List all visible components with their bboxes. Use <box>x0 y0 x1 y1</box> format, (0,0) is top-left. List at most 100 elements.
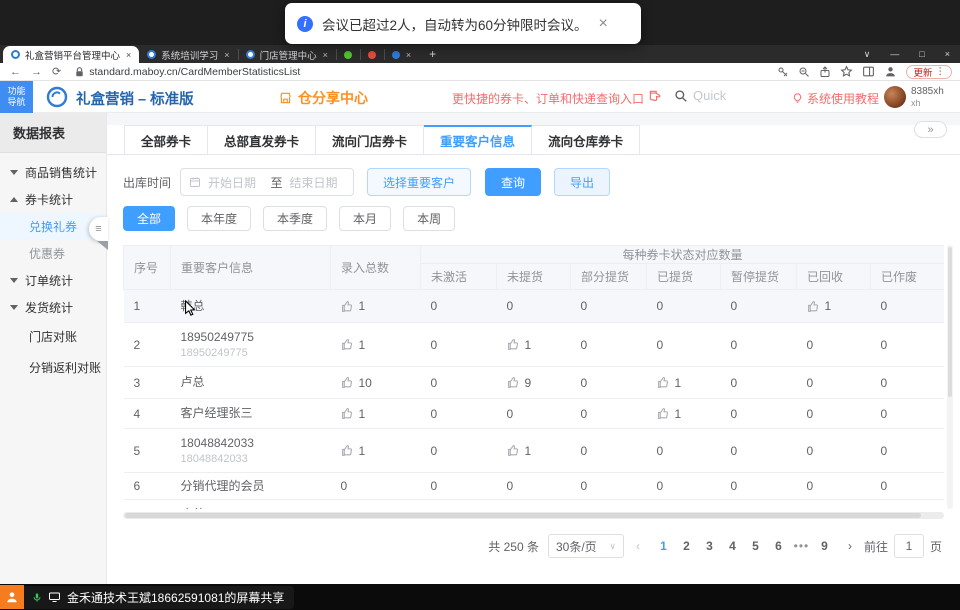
tab-总部直发券卡[interactable]: 总部直发券卡 <box>208 125 316 154</box>
browser-tab[interactable] <box>360 46 384 63</box>
maximize-button[interactable]: □ <box>909 49 934 59</box>
like-icon <box>657 508 670 509</box>
page-number-1[interactable]: 1 <box>652 539 675 553</box>
browser-update-button[interactable]: 更新 ⋮ <box>906 65 952 79</box>
status-count: 0 <box>731 508 797 510</box>
search-button[interactable]: 查询 <box>485 168 541 196</box>
page-number-2[interactable]: 2 <box>675 539 698 553</box>
status-count: 0 <box>881 407 945 421</box>
status-count: 1 <box>341 299 421 313</box>
page-number-3[interactable]: 3 <box>698 539 721 553</box>
page-number-4[interactable]: 4 <box>721 539 744 553</box>
page-number-9[interactable]: 9 <box>813 539 836 553</box>
sidebar-item-券卡统计[interactable]: 券卡统计 <box>0 186 106 213</box>
select-customer-button[interactable]: 选择重要客户 <box>367 168 471 196</box>
reload-button[interactable]: ⟳ <box>52 65 61 78</box>
brand-logo-icon <box>46 86 68 113</box>
main-area: » 全部券卡总部直发券卡流向门店券卡重要客户信息流向仓库券卡 出库时间 开始日期… <box>107 113 960 584</box>
prev-page-button[interactable]: ‹ <box>633 539 643 553</box>
minimize-button[interactable]: — <box>880 49 909 59</box>
page-size-select[interactable]: 30条/页 ∨ <box>548 534 624 558</box>
browser-tab[interactable]: × <box>384 46 419 63</box>
zoom-icon[interactable] <box>798 66 810 78</box>
page-number-6[interactable]: 6 <box>767 539 790 553</box>
sidebar-item-发货统计[interactable]: 发货统计 <box>0 294 106 321</box>
cell-status-count: 0 <box>421 367 497 399</box>
sidebar-item-商品销售统计[interactable]: 商品销售统计 <box>0 159 106 186</box>
tab-close-icon[interactable]: × <box>323 50 328 60</box>
range-button-本季度[interactable]: 本季度 <box>263 206 327 231</box>
export-button[interactable]: 导出 <box>554 168 610 196</box>
cell-status-count: 18 <box>421 500 497 510</box>
page-number-5[interactable]: 5 <box>744 539 767 553</box>
sidebar-item-label: 商品销售统计 <box>25 164 97 181</box>
tab-close-icon[interactable]: × <box>406 50 411 60</box>
browser-tab[interactable]: 系统培训学习× <box>139 46 237 63</box>
cell-status-count: 0 <box>871 429 945 473</box>
new-tab-button[interactable]: + <box>429 47 436 61</box>
vertical-scrollbar[interactable] <box>947 245 953 509</box>
status-count: 0 <box>581 299 647 313</box>
profile-icon[interactable] <box>884 65 897 78</box>
status-count: 0 <box>881 479 945 493</box>
sidebar-item-订单统计[interactable]: 订单统计 <box>0 267 106 294</box>
address-bar[interactable]: standard.maboy.cn/CardMemberStatisticsLi… <box>89 66 300 78</box>
side-panel-icon[interactable] <box>862 65 875 78</box>
sidebar-item-label: 优惠券 <box>29 245 65 262</box>
tab-search-icon[interactable]: ∨ <box>854 49 881 60</box>
status-count: 0 <box>881 444 945 458</box>
back-button[interactable]: ← <box>10 66 21 78</box>
cell-status-count: 0 <box>721 323 797 367</box>
range-button-本月[interactable]: 本月 <box>339 206 391 231</box>
avatar[interactable] <box>884 86 906 108</box>
next-page-button[interactable]: › <box>845 539 855 553</box>
pagination: 共 250 条 30条/页 ∨ ‹ 123456•••9 › 前往 页 <box>125 534 942 558</box>
cell-customer[interactable]: 1804884203318048842033 <box>171 429 331 473</box>
sidebar-collapse-handle[interactable]: ≡ <box>89 217 108 241</box>
browser-tab[interactable]: 礼盒营销平台管理中心× <box>3 46 139 63</box>
tab-close-icon[interactable]: × <box>126 50 131 60</box>
start-date-placeholder: 开始日期 <box>208 174 264 191</box>
forward-button[interactable]: → <box>31 66 42 78</box>
tab-流向门店券卡[interactable]: 流向门店券卡 <box>316 125 424 154</box>
status-count: 0 <box>431 444 497 458</box>
horizontal-scrollbar[interactable] <box>123 512 944 519</box>
sidebar-item-优惠券[interactable]: 优惠券 <box>0 240 106 267</box>
panel-collapse-button[interactable]: » <box>914 121 947 138</box>
table-body: 1韩总1000001021895024977518950249775101000… <box>124 290 945 510</box>
notification-close-icon[interactable]: × <box>599 15 608 33</box>
bookmark-star-icon[interactable] <box>840 65 853 78</box>
range-button-全部[interactable]: 全部 <box>123 206 175 231</box>
search-icon <box>674 89 688 103</box>
range-button-本周[interactable]: 本周 <box>403 206 455 231</box>
tab-重要客户信息[interactable]: 重要客户信息 <box>424 125 532 154</box>
status-count: 1 <box>341 338 421 352</box>
cell-customer[interactable]: 分销代理的会员 <box>171 473 331 500</box>
cell-customer[interactable]: 卢总 <box>171 367 331 399</box>
date-range-input[interactable]: 开始日期 至 结束日期 <box>180 168 354 196</box>
sidebar-item-门店对账[interactable]: 门店对账 <box>0 321 106 352</box>
goto-page-input[interactable] <box>894 534 924 558</box>
tab-全部券卡[interactable]: 全部券卡 <box>124 125 208 154</box>
cell-customer[interactable]: 客户经理张三 <box>171 399 331 429</box>
quick-search[interactable]: Quick <box>674 88 726 103</box>
browser-tab[interactable] <box>336 46 360 63</box>
tab-close-icon[interactable]: × <box>224 50 229 60</box>
range-button-本年度[interactable]: 本年度 <box>187 206 251 231</box>
quick-entry-text[interactable]: 更快捷的券卡、订单和快递查询入口 <box>452 90 644 107</box>
like-icon <box>341 508 354 509</box>
cell-customer[interactable]: 1895024977518950249775 <box>171 323 331 367</box>
close-window-button[interactable]: × <box>935 49 960 59</box>
tab-流向仓库券卡[interactable]: 流向仓库券卡 <box>532 125 640 154</box>
password-key-icon[interactable] <box>777 66 789 78</box>
browser-tab[interactable]: 门店管理中心× <box>238 46 336 63</box>
blue-dot-favicon-icon <box>392 51 400 59</box>
warehouse-share-link[interactable]: 仓分享中心 <box>278 88 368 108</box>
cell-customer[interactable]: 唐总 <box>171 500 331 510</box>
function-nav-button[interactable]: 功能 导航 <box>0 81 33 113</box>
sidebar-item-分销返利对账[interactable]: 分销返利对账 <box>0 352 106 383</box>
tutorial-link[interactable]: 系统使用教程 <box>792 90 879 107</box>
status-count: 1 <box>341 407 421 421</box>
customer-name: 客户经理张三 <box>181 406 331 421</box>
share-icon[interactable] <box>819 66 831 78</box>
